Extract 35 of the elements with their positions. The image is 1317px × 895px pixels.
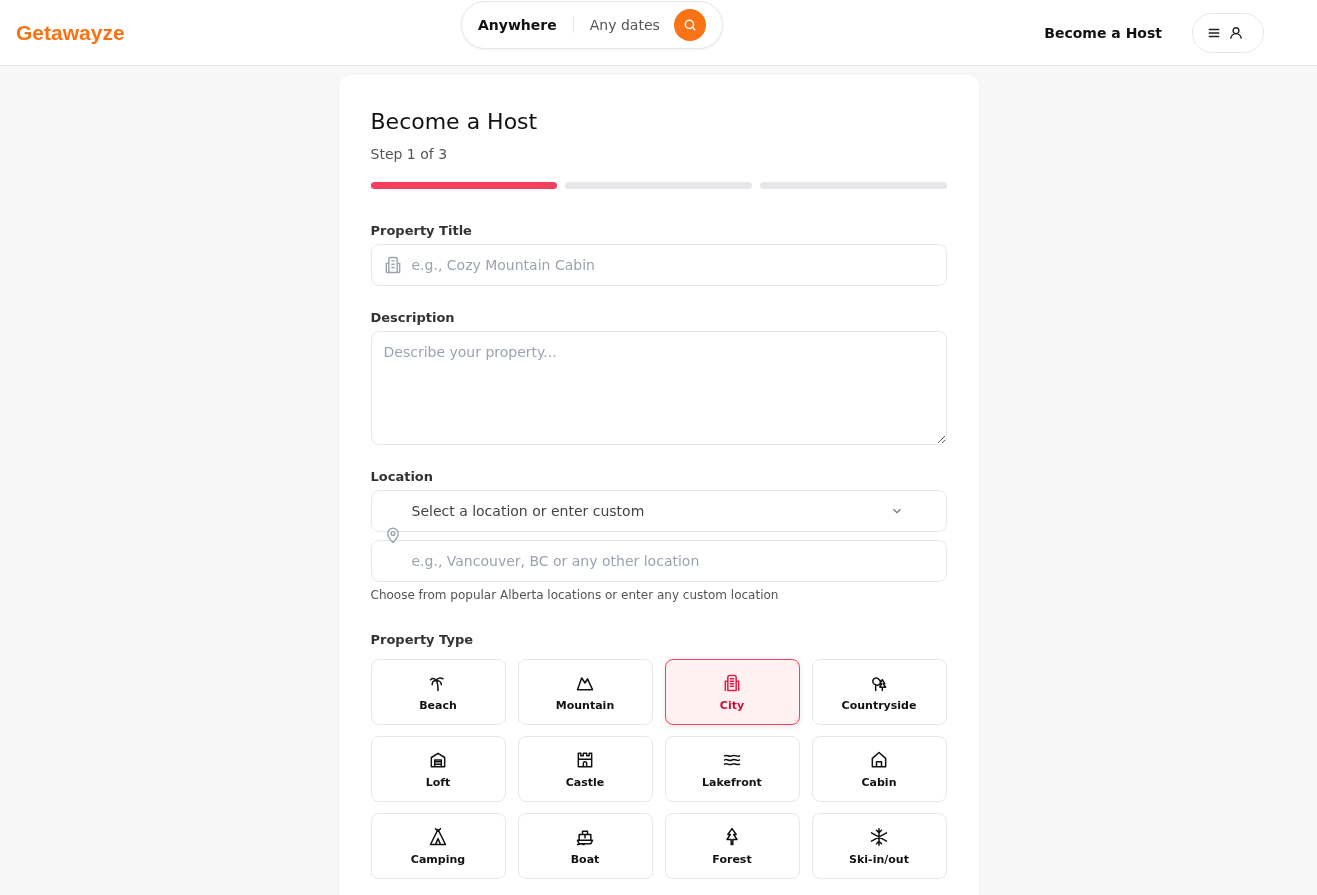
property-type-option[interactable]: Boat bbox=[517, 813, 653, 879]
custom-location-field[interactable]: e.g., Vancouver, BC or any other location bbox=[370, 540, 947, 582]
snowflake-icon bbox=[869, 826, 889, 847]
property-type-option[interactable]: Lakefront bbox=[664, 736, 800, 802]
property-type-option[interactable]: Mountain bbox=[517, 659, 653, 725]
house-icon bbox=[869, 749, 889, 770]
search-bar[interactable]: Anywhere Any dates bbox=[461, 1, 723, 49]
form-title: Become a Host bbox=[370, 109, 539, 134]
field-label: Description bbox=[370, 310, 456, 325]
search-button[interactable] bbox=[673, 9, 706, 41]
location-select[interactable]: Select a location or enter custom bbox=[370, 490, 947, 532]
property-type-option[interactable]: Beach bbox=[370, 659, 506, 725]
property-type-option[interactable]: Camping bbox=[370, 813, 506, 879]
property-type-option[interactable]: Forest bbox=[664, 813, 800, 879]
description-field[interactable]: Describe your property... bbox=[370, 331, 947, 445]
field-label: Location bbox=[370, 469, 435, 484]
field-label: Property Type bbox=[370, 632, 475, 647]
building-icon bbox=[722, 672, 742, 693]
user-icon bbox=[1229, 25, 1243, 40]
property-type-option[interactable]: Cabin bbox=[811, 736, 947, 802]
property-title-field[interactable]: e.g., Cozy Mountain Cabin bbox=[370, 244, 947, 286]
location-filter[interactable]: Anywhere bbox=[478, 17, 574, 33]
property-type-option[interactable]: City bbox=[664, 659, 800, 725]
step-indicator: Step 1 of 3 bbox=[370, 146, 449, 162]
property-type-option[interactable]: Castle bbox=[517, 736, 653, 802]
search-icon bbox=[682, 18, 697, 32]
property-type-option[interactable]: Countryside bbox=[811, 659, 947, 725]
user-menu-button[interactable] bbox=[1192, 12, 1264, 53]
tent-icon bbox=[428, 826, 448, 847]
property-type-option[interactable]: Ski-in/out bbox=[811, 813, 947, 879]
location-hint: Choose from popular Alberta locations or enter any custom location bbox=[370, 588, 780, 602]
property-type-option[interactable]: Loft bbox=[370, 736, 506, 802]
field-label: Property Title bbox=[370, 223, 473, 238]
become-host-link[interactable]: Become a Host bbox=[1044, 24, 1162, 41]
dates-filter[interactable]: Any dates bbox=[573, 17, 674, 33]
